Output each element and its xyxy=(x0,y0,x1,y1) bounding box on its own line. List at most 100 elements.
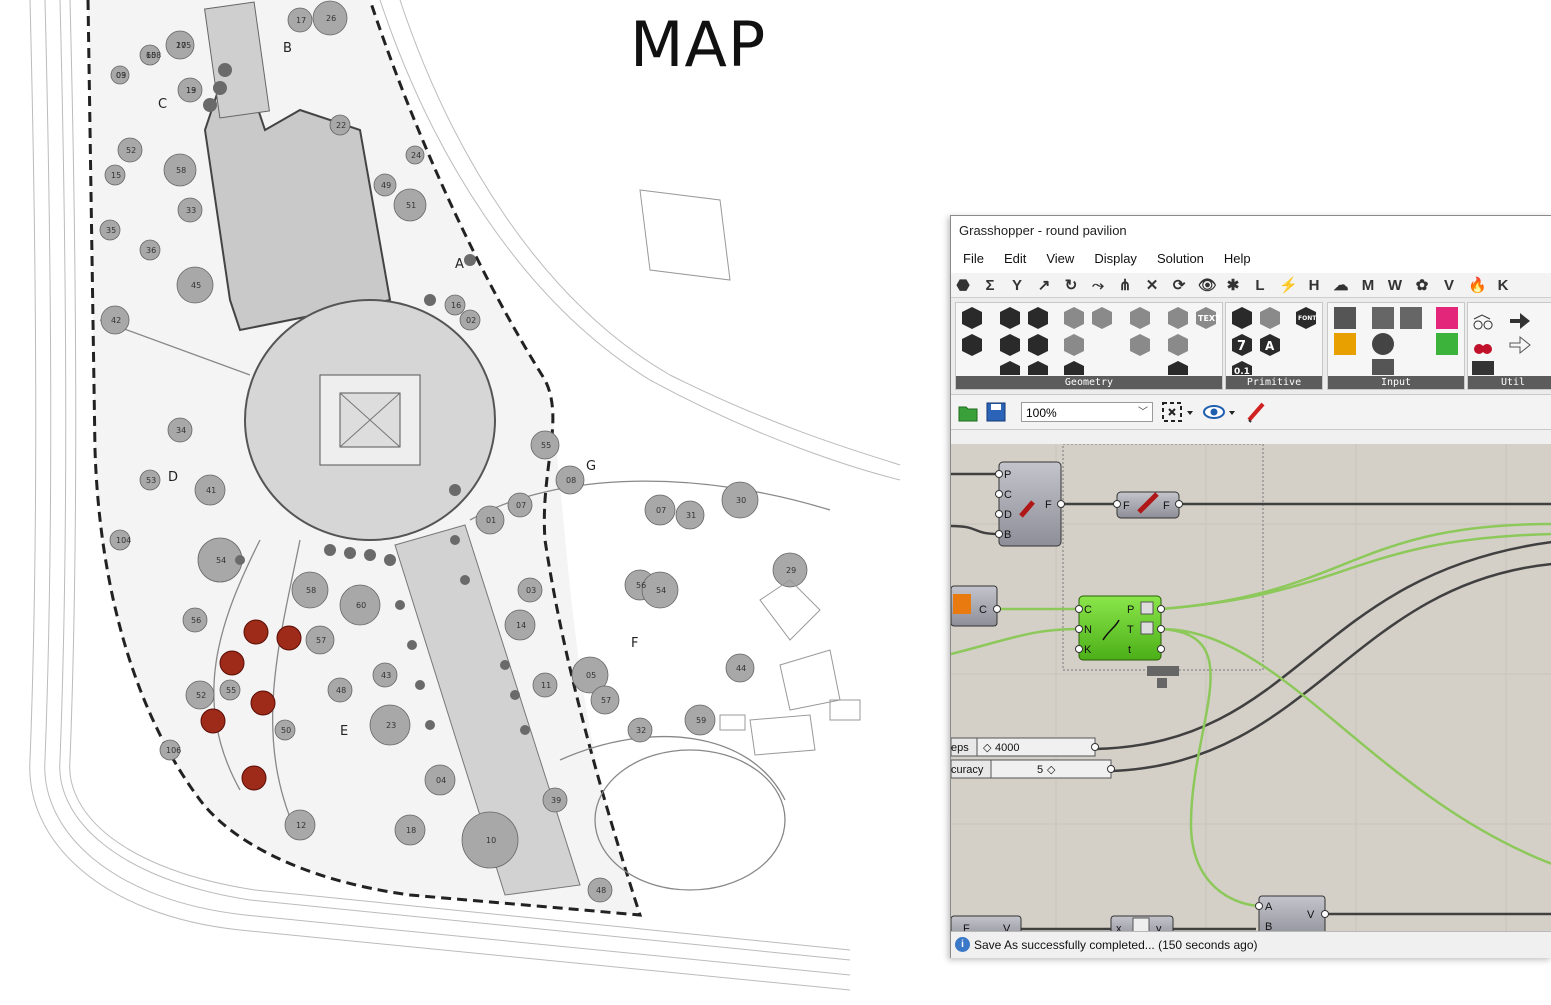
grasshopper-window[interactable]: Grasshopper - round pavilion File Edit V… xyxy=(950,215,1551,958)
tab-v[interactable]: V xyxy=(1441,277,1457,294)
hex-icon-brep[interactable] xyxy=(1092,307,1112,329)
panel-icon-import[interactable] xyxy=(1334,307,1356,329)
ff-input-label: F xyxy=(1123,500,1130,512)
menu-display[interactable]: Display xyxy=(1094,251,1137,266)
zoom-value: 100% xyxy=(1026,406,1057,420)
tree-number-label: 50 xyxy=(281,726,291,735)
save-file-icon[interactable] xyxy=(985,401,1007,423)
tab-params[interactable]: ⬣ xyxy=(955,276,971,294)
tree-number-label: 41 xyxy=(206,486,216,495)
hex-icon-text[interactable] xyxy=(1168,361,1188,375)
canvas-graph: P C D B F F F C C N K P T t eps ◇ 4000 c… xyxy=(951,444,1551,932)
input-c-label: C xyxy=(1004,489,1012,501)
hex-icon-curve[interactable] xyxy=(1000,334,1020,356)
tab-mesh[interactable]: ⋔ xyxy=(1117,276,1133,294)
component-flatten[interactable]: F F xyxy=(1113,491,1183,519)
panel-icon-button[interactable] xyxy=(1372,333,1394,355)
panel-icon-list[interactable] xyxy=(1400,307,1422,329)
panel-icon-slider[interactable] xyxy=(1372,359,1394,375)
zoom-select[interactable]: 100% ﹀ xyxy=(1021,402,1153,422)
menu-file[interactable]: File xyxy=(963,251,984,266)
tree-number-label: 59 xyxy=(696,716,706,725)
tab-transform[interactable]: ⟳ xyxy=(1171,276,1187,294)
open-file-icon[interactable] xyxy=(957,401,979,423)
expression-icon xyxy=(1132,917,1150,932)
tree-number-label: 15 xyxy=(111,171,121,180)
chevron-down-icon: ﹀ xyxy=(1138,407,1148,418)
glasses-icon[interactable] xyxy=(1473,314,1493,330)
hex-icon-file-path[interactable] xyxy=(1260,307,1280,329)
definition-canvas[interactable]: P C D B F F F C C N K P T t eps ◇ 4000 c… xyxy=(951,444,1551,932)
hex-icon-delete[interactable] xyxy=(962,307,982,329)
hex-icon-mesh[interactable] xyxy=(1064,361,1084,375)
tree-icon[interactable] xyxy=(1472,361,1494,375)
hex-icon-box[interactable] xyxy=(1064,307,1084,329)
tab-m[interactable]: M xyxy=(1360,277,1376,294)
tab-maths[interactable]: Σ xyxy=(982,277,998,294)
arrow-right-icon[interactable] xyxy=(1510,313,1530,329)
component-bottom-expression[interactable]: x y xyxy=(1110,915,1174,932)
slider-steps-value: 4000 xyxy=(995,742,1019,754)
tab-display[interactable]: 👁 xyxy=(1198,276,1217,294)
hex-icon-surface[interactable] xyxy=(1028,334,1048,356)
input-d-label: D xyxy=(1004,509,1012,521)
component-param-curve[interactable]: C xyxy=(951,585,1001,627)
tree-number-label: 54 xyxy=(656,586,666,595)
tab-k[interactable]: K xyxy=(1495,277,1511,294)
hex-icon-geometry-cache[interactable] xyxy=(1130,307,1150,329)
zoom-extents-icon[interactable] xyxy=(1161,401,1197,423)
tab-kangaroo[interactable]: ✱ xyxy=(1225,276,1241,294)
hex-icon-group[interactable] xyxy=(1168,307,1188,329)
panel-icon-swatch[interactable] xyxy=(1436,333,1458,355)
component-curve-evaluate[interactable]: P C D B F xyxy=(995,461,1065,547)
hex-icon-vector[interactable] xyxy=(962,334,982,356)
tab-curve[interactable]: ↻ xyxy=(1063,276,1079,294)
component-bottom-left[interactable]: F V xyxy=(951,915,1022,932)
hex-icon-circle[interactable] xyxy=(1000,307,1020,329)
hex-icon-pipeline[interactable] xyxy=(1130,334,1150,356)
zui-list[interactable] xyxy=(1157,678,1167,688)
panel-icon-gradient[interactable] xyxy=(1436,307,1458,329)
zone-label-d: D xyxy=(168,470,178,485)
hex-icon-geometry[interactable] xyxy=(1168,334,1188,356)
tab-lunchbox[interactable]: ⚡ xyxy=(1279,276,1298,294)
panel-label-primitive: Primitive xyxy=(1226,376,1322,389)
tab-sets[interactable]: Y xyxy=(1009,277,1025,294)
zone-label-a: A xyxy=(455,257,464,272)
tab-fire[interactable]: 🔥 xyxy=(1468,276,1487,294)
tab-ladybug[interactable]: ✿ xyxy=(1414,276,1430,294)
tree-number-label: 22 xyxy=(336,121,346,130)
tab-h[interactable]: H xyxy=(1306,277,1322,294)
status-message: Save As successfully completed... (150 s… xyxy=(974,938,1258,952)
tab-cloud[interactable]: ☁ xyxy=(1333,276,1349,294)
menu-view[interactable]: View xyxy=(1046,251,1074,266)
slider-steps[interactable]: eps ◇ 4000 xyxy=(951,737,1099,757)
menu-edit[interactable]: Edit xyxy=(1004,251,1026,266)
menu-help[interactable]: Help xyxy=(1224,251,1251,266)
sketch-pen-icon[interactable] xyxy=(1245,400,1269,424)
slider-accuracy[interactable]: curacy 5 ◇ xyxy=(951,759,1115,779)
util-icons xyxy=(1472,313,1531,375)
tab-w[interactable]: W xyxy=(1387,277,1403,294)
hex-icon-diamond[interactable] xyxy=(1028,361,1048,375)
tree-number-label: 55 xyxy=(541,441,551,450)
tree-number-label: 29 xyxy=(786,566,796,575)
tab-intersect[interactable]: ✕ xyxy=(1144,276,1160,294)
window-title-bar[interactable]: Grasshopper - round pavilion xyxy=(951,216,1551,244)
preview-eye-icon[interactable] xyxy=(1203,401,1239,423)
tab-vector[interactable]: ↗ xyxy=(1036,276,1052,294)
hex-icon-null[interactable] xyxy=(1232,307,1252,329)
hex-icon-loop[interactable] xyxy=(1000,361,1020,375)
tab-l[interactable]: L xyxy=(1252,277,1268,294)
zui-controls[interactable] xyxy=(1147,666,1179,676)
tab-surface[interactable]: ⤳ xyxy=(1090,277,1106,294)
tree-number-label: 57 xyxy=(601,696,611,705)
panel-icon-graph[interactable] xyxy=(1334,333,1356,355)
arrow-outline-icon[interactable] xyxy=(1509,335,1531,355)
hex-icon-line[interactable] xyxy=(1028,307,1048,329)
panel-icon-toggle[interactable] xyxy=(1372,307,1394,329)
tree-number-label: 104 xyxy=(116,536,131,545)
hex-icon-twisted-box[interactable] xyxy=(1064,334,1084,356)
component-bottom-vector[interactable]: A B V xyxy=(1255,895,1329,932)
menu-solution[interactable]: Solution xyxy=(1157,251,1204,266)
